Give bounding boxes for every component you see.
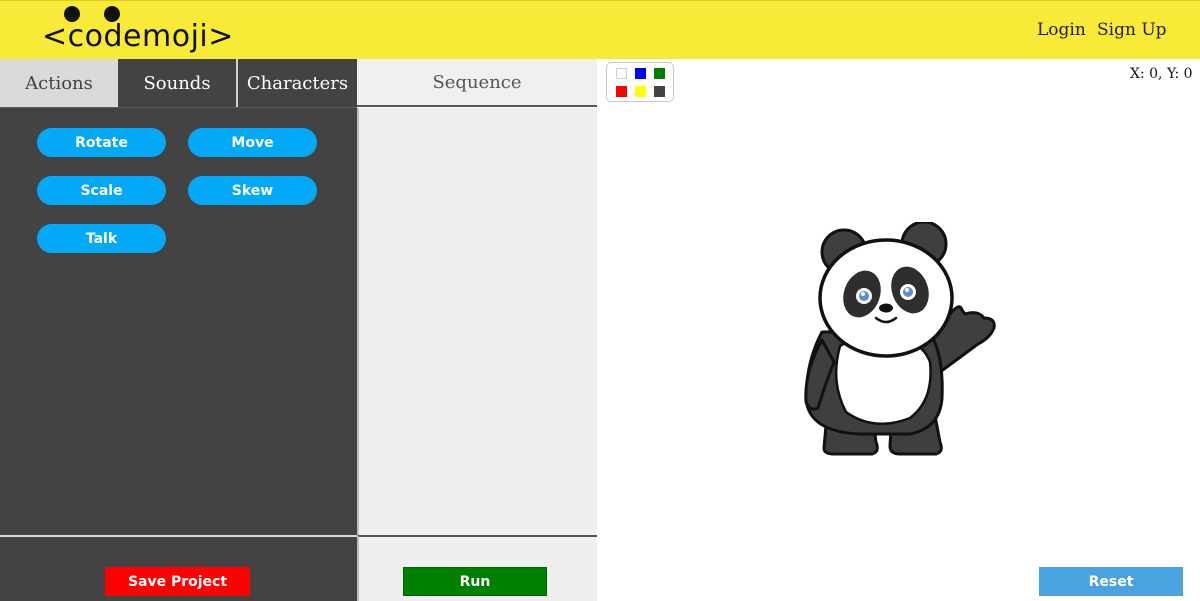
sequence-header: Sequence: [357, 59, 597, 107]
swatch-red[interactable]: [616, 86, 627, 97]
swatch-yellow[interactable]: [635, 86, 646, 97]
swatch-dark-gray[interactable]: [654, 86, 665, 97]
actions-panel: [0, 107, 357, 535]
coordinates-readout: X: 0, Y: 0: [1130, 66, 1193, 82]
scale-action-button[interactable]: Scale: [37, 176, 166, 205]
login-link[interactable]: Login: [1037, 20, 1086, 40]
codemoji-logo[interactable]: <codemoji>: [42, 3, 233, 59]
color-palette: [606, 62, 674, 102]
tab-characters[interactable]: Characters: [236, 59, 357, 107]
swatch-green[interactable]: [654, 68, 665, 79]
run-button[interactable]: Run: [403, 567, 547, 596]
save-project-button[interactable]: Save Project: [105, 567, 250, 596]
app-header: <codemoji> Login Sign Up: [0, 0, 1200, 59]
panda-icon[interactable]: [800, 222, 1000, 458]
sequence-drop-area[interactable]: [357, 108, 597, 535]
logo-text: <codemoji>: [42, 19, 234, 54]
rotate-action-button[interactable]: Rotate: [37, 128, 166, 157]
tab-actions[interactable]: Actions: [0, 59, 118, 107]
signup-link[interactable]: Sign Up: [1097, 20, 1167, 40]
swatch-white[interactable]: [616, 68, 627, 79]
talk-action-button[interactable]: Talk: [37, 224, 166, 253]
skew-action-button[interactable]: Skew: [188, 176, 317, 205]
reset-button[interactable]: Reset: [1039, 567, 1183, 596]
tab-sounds[interactable]: Sounds: [118, 59, 236, 107]
move-action-button[interactable]: Move: [188, 128, 317, 157]
swatch-blue[interactable]: [635, 68, 646, 79]
